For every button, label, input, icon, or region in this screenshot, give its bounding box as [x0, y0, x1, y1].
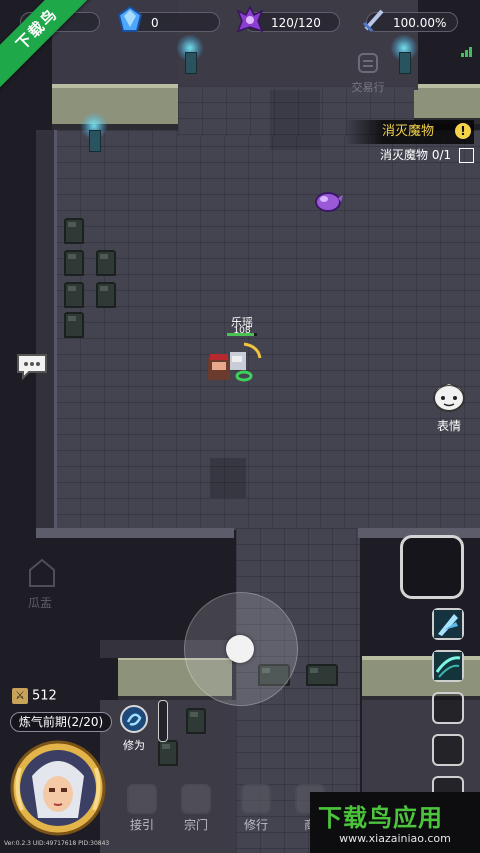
stone-pillar: [64, 312, 84, 338]
sword-icon: [362, 9, 384, 33]
sect-icon: [181, 784, 211, 814]
realm-badge[interactable]: 炼气前期(2/20): [10, 712, 112, 732]
trade-button[interactable]: 交易行: [346, 50, 390, 95]
torch: [176, 34, 204, 74]
purple-demon-icon: [236, 5, 264, 33]
practice-icon: [241, 784, 271, 814]
torch: [390, 34, 418, 74]
quest-progress: 0/1: [431, 148, 452, 162]
background-house-label: 瓜盂: [28, 596, 53, 610]
nav-sect[interactable]: 宗门: [176, 784, 216, 833]
player-character: [208, 342, 262, 382]
player-avatar[interactable]: [8, 738, 108, 838]
energy-value: 120/120: [271, 16, 321, 30]
version-info: Ver:0.2.3 UID:49717618 PID:30843: [4, 840, 110, 847]
cultivate-button[interactable]: 修为: [116, 704, 152, 753]
nav-sect-label: 宗门: [183, 818, 208, 832]
emote-button[interactable]: 表情: [425, 380, 473, 434]
quest-title-text: 消灭魔物: [382, 124, 435, 139]
skill-slot-empty[interactable]: [432, 776, 464, 792]
skill-slot-ice[interactable]: [432, 608, 464, 640]
stone-pillar: [64, 250, 84, 276]
stone-pillar: [158, 740, 178, 766]
stone-pillar: [64, 218, 84, 244]
player-hp-bar: [227, 333, 257, 336]
banner-text: 下载鸟: [0, 0, 101, 93]
wall-top-right: [414, 84, 480, 124]
stone-pillar: [96, 250, 116, 276]
cultivate-label: 修为: [123, 739, 145, 752]
quest-objective-text: 消灭魔物: [380, 148, 429, 162]
attack-button[interactable]: [400, 535, 464, 599]
exp-value: 100.00%: [393, 16, 447, 30]
skill-slot-wind[interactable]: [432, 650, 464, 682]
joystick-knob[interactable]: [226, 635, 254, 663]
exclamation-icon: !: [455, 123, 471, 139]
gem-value: 0: [151, 16, 159, 30]
torch: [80, 112, 108, 152]
trade-icon: [358, 53, 378, 73]
stone-pillar: [96, 282, 116, 308]
quest-objective[interactable]: 消灭魔物 0/1: [380, 146, 474, 164]
blue-crystal-icon: [117, 5, 143, 32]
skill-slot-empty[interactable]: [432, 692, 464, 724]
emote-face-icon: [433, 384, 465, 412]
corner-banner: 下载鸟: [0, 0, 110, 110]
cultivation-progress-bar: [158, 700, 168, 742]
stone-pillar: [64, 282, 84, 308]
quest-checkbox: [459, 148, 474, 163]
signal-icon: [460, 38, 472, 57]
stone-pillar: [186, 708, 206, 734]
house-icon: [29, 558, 55, 587]
wall-left: [36, 130, 57, 530]
nav-summon[interactable]: 接引: [122, 784, 162, 833]
nav-summon-label: 接引: [129, 818, 154, 832]
summon-icon: [127, 784, 157, 814]
player-hp-fill: [227, 333, 254, 336]
emote-label: 表情: [436, 419, 461, 433]
wind-slash-skill-icon: [434, 652, 462, 680]
dungeon-floor: [56, 130, 480, 530]
combat-power: ⚔ 512: [12, 688, 57, 704]
watermark-title: 下载鸟应用: [318, 804, 443, 832]
quest-title[interactable]: 消灭魔物 !: [344, 120, 474, 144]
crossed-swords-icon: ⚔: [12, 688, 28, 704]
purple-monster[interactable]: [312, 190, 344, 214]
stone-pillar: [306, 664, 338, 686]
trade-label: 交易行: [351, 81, 385, 94]
chat-icon[interactable]: [15, 352, 49, 380]
combat-power-value: 512: [32, 688, 57, 704]
ice-shard-skill-icon: [434, 610, 462, 638]
cultivate-orb-icon: [120, 705, 148, 733]
skill-slot-empty[interactable]: [432, 734, 464, 766]
nav-practice[interactable]: 修行: [236, 784, 276, 833]
nav-practice-label: 修行: [243, 818, 268, 832]
watermark-url: www.xiazainiao.com: [339, 832, 451, 845]
watermark: 下载鸟应用 www.xiazainiao.com: [310, 792, 480, 853]
